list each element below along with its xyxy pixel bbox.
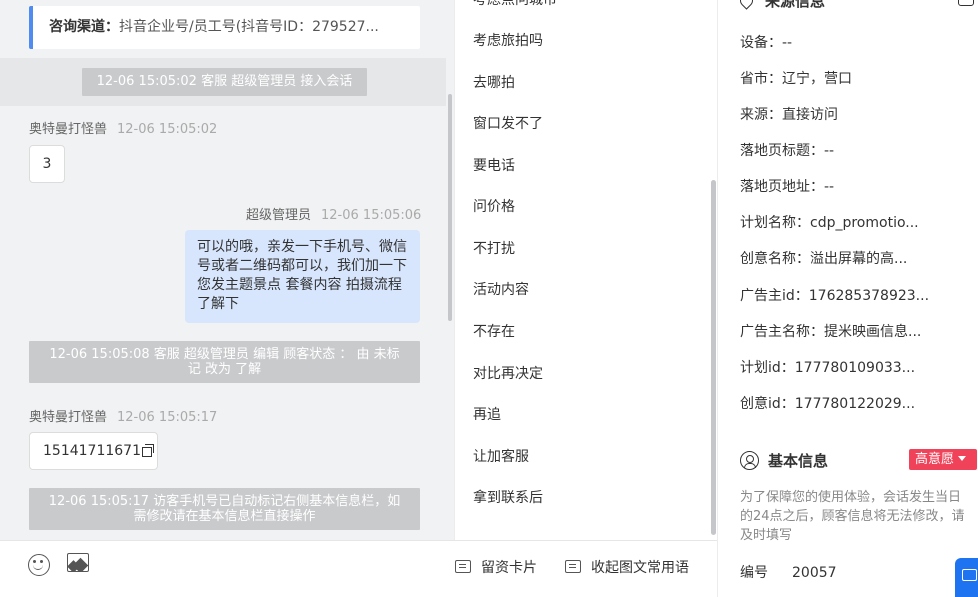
quick-reply-list: 考虑点问城市 考虑旅拍吗 去哪拍 窗口发不了 要电话 问价格 不打扰 活动内容 … — [454, 0, 717, 540]
quick-reply-item[interactable]: 窗口发不了 — [473, 113, 543, 133]
card-icon — [455, 560, 471, 573]
quick-reply-item[interactable]: 再追 — [473, 404, 501, 424]
edit-icon[interactable] — [958, 0, 974, 6]
info-row-creative-name: 创意名称：溢出屏幕的高... — [740, 251, 908, 267]
quick-reply-item[interactable]: 不存在 — [473, 321, 515, 341]
system-notice: 12-06 15:05:08 客服 超级管理员 编辑 顾客状态 ： 由 未标记 … — [29, 341, 420, 383]
message-time: 12-06 15:05:02 — [117, 122, 218, 137]
emoji-icon[interactable] — [28, 554, 50, 576]
message-meta: 奥特曼打怪兽 12-06 15:05:17 — [29, 406, 217, 425]
message-sender: 奥特曼打怪兽 — [29, 122, 108, 137]
message-time: 12-06 15:05:17 — [117, 410, 218, 425]
quick-reply-item[interactable]: 考虑旅拍吗 — [473, 30, 543, 50]
copy-icon[interactable] — [141, 444, 154, 457]
lead-card-button[interactable]: 留资卡片 — [455, 557, 537, 577]
quick-reply-item[interactable]: 活动内容 — [473, 279, 529, 299]
source-info-title: 来源信息 — [737, 0, 826, 11]
image-icon[interactable] — [67, 553, 89, 572]
info-row-plan-name: 计划名称：cdp_promotio... — [740, 215, 919, 231]
quick-reply-item[interactable]: 去哪拍 — [473, 72, 515, 92]
collapse-phrases-button[interactable]: 收起图文常用语 — [565, 557, 689, 577]
channel-value: 抖音企业号/员工号(抖音号ID：279527... — [119, 19, 379, 35]
quick-reply-item[interactable]: 考虑点问城市 — [473, 0, 557, 9]
message-sender: 奥特曼打怪兽 — [29, 410, 108, 425]
channel-label: 咨询渠道： — [49, 19, 119, 35]
phone-number-text: 15141711671 — [43, 443, 141, 459]
quick-reply-item[interactable]: 让加客服 — [473, 446, 529, 466]
chat-panel: 咨询渠道：抖音企业号/员工号(抖音号ID：279527... 12-06 15:… — [0, 0, 454, 540]
location-pin-icon — [737, 0, 756, 10]
info-row-device: 设备：-- — [740, 35, 793, 51]
chat-scrollbar-thumb[interactable] — [448, 94, 452, 321]
input-toolbar: 留资卡片 收起图文常用语 — [0, 540, 717, 597]
info-row-landing-url: 落地页地址：-- — [740, 179, 835, 195]
id-label: 编号 — [740, 565, 768, 581]
incoming-message-bubble: 3 — [29, 145, 65, 183]
edit-notice: 为了保障您的使用体验，会话发生当日的24点之后，顾客信息将无法修改，请及时填写 — [740, 490, 965, 543]
basic-info-title-text: 基本信息 — [768, 452, 829, 470]
id-value: 20057 — [792, 565, 837, 581]
channel-card: 咨询渠道：抖音企业号/员工号(抖音号ID：279527... — [29, 6, 420, 49]
info-row-advertiser-name: 广告主名称：提米映画信息... — [740, 324, 922, 340]
system-notice: 12-06 15:05:02 客服 超级管理员 接入会话 — [82, 68, 367, 96]
message-time: 12-06 15:05:06 — [321, 208, 422, 223]
outgoing-message-bubble: 可以的哦，亲发一下手机号、微信号或者二维码都可以，我们加一下您发主题景点 套餐内… — [185, 230, 420, 323]
intent-badge-label: 高意愿 — [915, 452, 955, 467]
info-row-landing-title: 落地页标题：-- — [740, 143, 835, 159]
message-meta: 超级管理员 12-06 15:05:06 — [246, 204, 421, 223]
quick-reply-scrollbar-thumb[interactable] — [711, 180, 716, 535]
source-info-title-text: 来源信息 — [765, 0, 826, 10]
customer-info-panel: 来源信息 设备：-- 省市：辽宁，营口 来源：直接访问 落地页标题：-- 落地页… — [717, 0, 978, 597]
quick-reply-item[interactable]: 要电话 — [473, 155, 515, 175]
quick-reply-item[interactable]: 对比再决定 — [473, 363, 543, 383]
info-row-source: 来源：直接访问 — [740, 107, 838, 123]
info-row-creative-id: 创意id：177780122029... — [740, 396, 916, 412]
lead-card-label: 留资卡片 — [481, 560, 537, 576]
chat-float-button[interactable] — [955, 558, 978, 597]
info-row-plan-id: 计划id：177780109033... — [740, 360, 916, 376]
basic-info-title: 基本信息 — [740, 450, 828, 471]
message-text: 3 — [42, 156, 52, 172]
message-text: 可以的哦，亲发一下手机号、微信号或者二维码都可以，我们加一下您发主题景点 套餐内… — [197, 239, 407, 312]
info-row-advertiser-id: 广告主id：176285378923... — [740, 288, 930, 304]
chat-scrollbar[interactable] — [446, 0, 454, 540]
message-sender: 超级管理员 — [246, 208, 312, 223]
message-icon — [565, 560, 581, 573]
customer-id-row: 编号 20057 — [740, 562, 837, 582]
collapse-phrases-label: 收起图文常用语 — [591, 560, 689, 576]
message-meta: 奥特曼打怪兽 12-06 15:05:02 — [29, 118, 217, 137]
intent-dropdown[interactable]: 高意愿 — [909, 449, 977, 470]
user-icon — [740, 451, 759, 470]
quick-reply-item[interactable]: 问价格 — [473, 196, 515, 216]
caret-down-icon — [958, 456, 967, 461]
quick-reply-item[interactable]: 拿到联系后 — [473, 487, 543, 507]
system-notice: 12-06 15:05:17 访客手机号已自动标记右侧基本信息栏，如需修改请在基… — [29, 488, 420, 530]
quick-reply-item[interactable]: 不打扰 — [473, 238, 515, 258]
incoming-message-bubble: 15141711671 — [29, 432, 158, 470]
info-row-region: 省市：辽宁，营口 — [740, 71, 852, 87]
